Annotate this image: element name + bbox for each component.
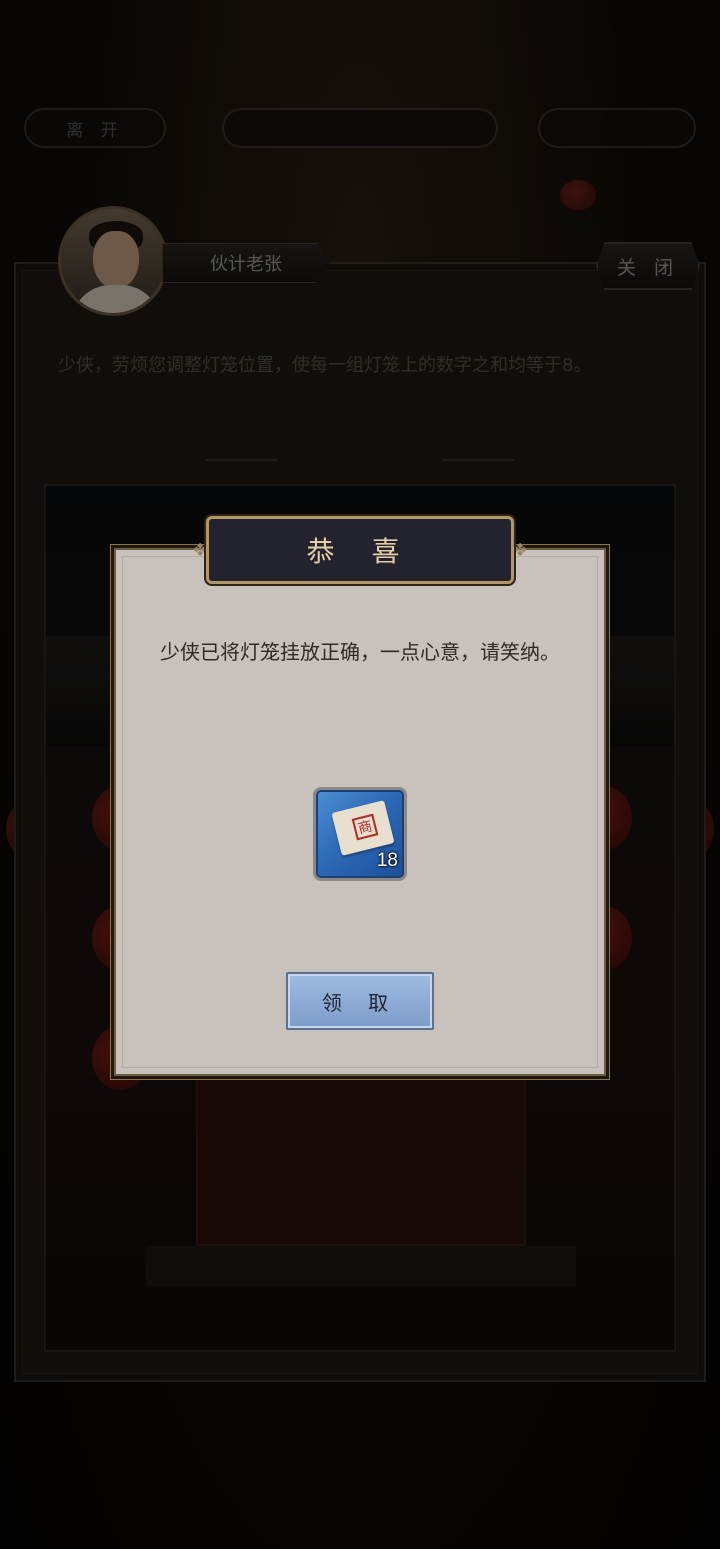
task-instruction: 少侠，劳烦您调整灯笼位置，使每一组灯笼上的数字之和均等于8。 (58, 355, 592, 376)
reward-count: 18 (376, 850, 398, 871)
divider-left (205, 459, 277, 461)
currency-display (538, 108, 696, 148)
lantern-decoration (560, 180, 596, 210)
close-button[interactable]: 关 闭 (596, 242, 700, 290)
leave-button[interactable]: 离 开 (24, 108, 166, 148)
title-ornament-right: ❖ (512, 540, 529, 561)
npc-name: 伙计老张 (162, 243, 330, 283)
claim-button[interactable]: 领 取 (286, 972, 434, 1030)
avatar-robe (71, 285, 161, 313)
npc-avatar (58, 206, 168, 316)
stage-steps (146, 1246, 576, 1286)
reward-item[interactable]: 商 18 (313, 787, 407, 881)
stage-door (196, 1046, 526, 1246)
divider-right (442, 459, 514, 461)
location-banner (222, 108, 498, 148)
avatar-face (93, 231, 139, 289)
top-bar: 离 开 (0, 96, 720, 162)
dialog-message: 少侠已将灯笼挂放正确，一点心意，请笑纳。 (160, 640, 560, 664)
dialog-title: 恭 喜 (206, 516, 514, 584)
